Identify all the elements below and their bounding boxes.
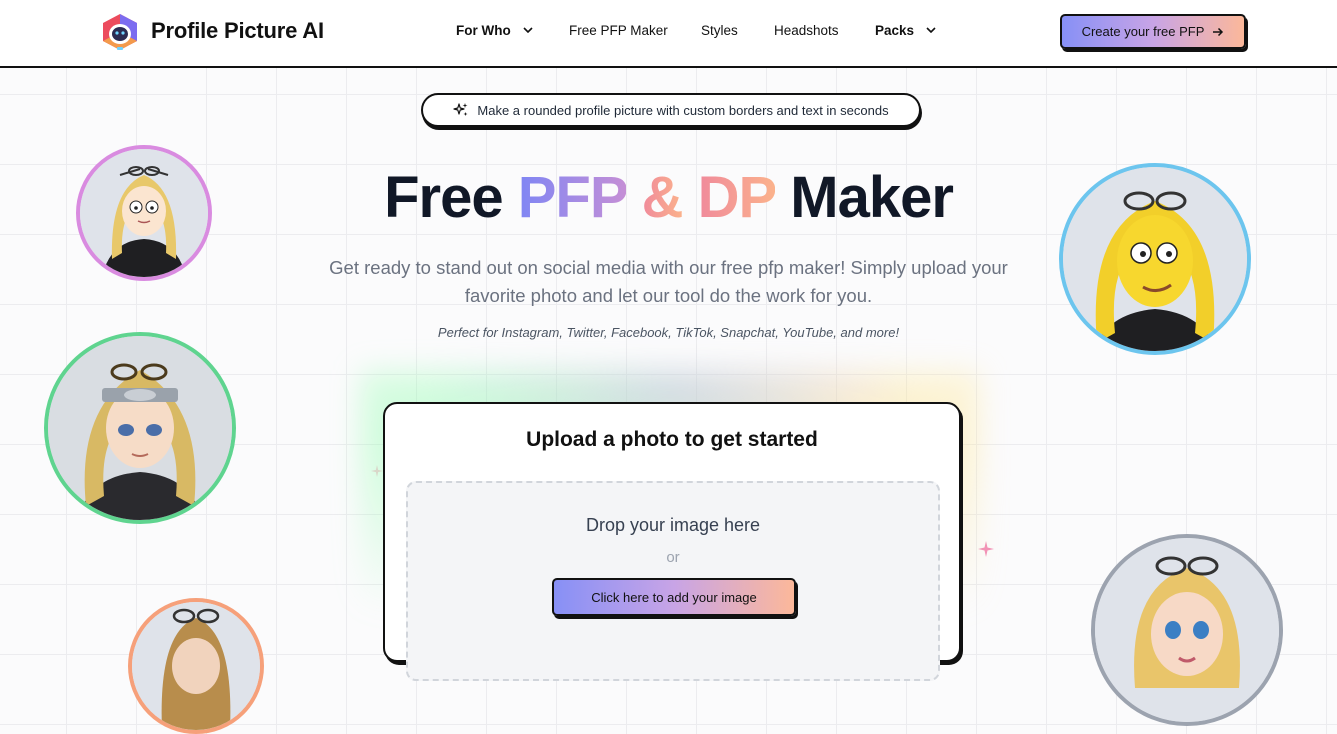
site-header: Profile Picture AI For Who Free PFP Make…	[0, 0, 1337, 68]
nav-for-who[interactable]: For Who	[456, 23, 533, 38]
title-part-maker: Maker	[790, 165, 954, 230]
nav-styles[interactable]: Styles	[701, 23, 738, 38]
sparkles-icon	[453, 103, 468, 116]
nav-headshots[interactable]: Headshots	[774, 23, 839, 38]
or-separator: or	[666, 549, 680, 566]
nav-packs[interactable]: Packs	[875, 23, 936, 38]
title-part-ampersand: &	[641, 165, 684, 230]
title-part-pfp: PFP	[517, 165, 628, 230]
brand-name[interactable]: Profile Picture AI	[151, 18, 324, 44]
hero-subtitle: Get ready to stand out on social media w…	[329, 257, 1008, 306]
arrow-right-icon	[1213, 27, 1224, 36]
title-part-dp: DP	[697, 165, 777, 230]
anime-avatar-image	[48, 336, 232, 520]
yellow-cartoon-avatar-image	[1063, 167, 1247, 351]
create-free-pfp-button[interactable]: Create your free PFP	[1060, 14, 1246, 49]
nav-free-pfp-maker[interactable]: Free PFP Maker	[569, 23, 668, 38]
logo-icon[interactable]	[100, 13, 140, 51]
image-dropzone[interactable]: Drop your image here or Click here to ad…	[406, 481, 940, 681]
nav-for-who-label: For Who	[456, 23, 511, 38]
upload-card-title: Upload a photo to get started	[526, 428, 818, 451]
nav-free-pfp-maker-label: Free PFP Maker	[569, 23, 668, 38]
chevron-down-icon	[926, 27, 936, 33]
drop-text: Drop your image here	[585, 515, 761, 535]
feature-badge-text: Make a rounded profile picture with cust…	[477, 102, 889, 118]
add-image-button[interactable]: Click here to add your image	[552, 578, 796, 616]
add-image-label: Click here to add your image	[591, 589, 757, 605]
title-part-free: Free	[384, 165, 504, 230]
nav-styles-label: Styles	[701, 23, 738, 38]
cartoon-avatar-image	[80, 149, 208, 277]
avatar-partial-example	[128, 598, 264, 734]
nav-packs-label: Packs	[875, 23, 915, 38]
feature-badge: Make a rounded profile picture with cust…	[421, 93, 921, 127]
avatar-cartoon-example	[76, 145, 212, 281]
partial-avatar-image	[132, 602, 260, 730]
nav-headshots-label: Headshots	[774, 23, 839, 38]
chevron-down-icon	[522, 27, 533, 33]
3d-doll-avatar-image	[1095, 538, 1279, 722]
avatar-yellow-cartoon-example	[1059, 163, 1251, 355]
avatar-anime-example	[44, 332, 236, 524]
upload-card: Upload a photo to get started Drop your …	[383, 402, 961, 681]
avatar-3d-doll-example	[1091, 534, 1283, 726]
create-free-pfp-label: Create your free PFP	[1081, 24, 1205, 39]
sparkle-decoration-icon	[978, 541, 994, 557]
